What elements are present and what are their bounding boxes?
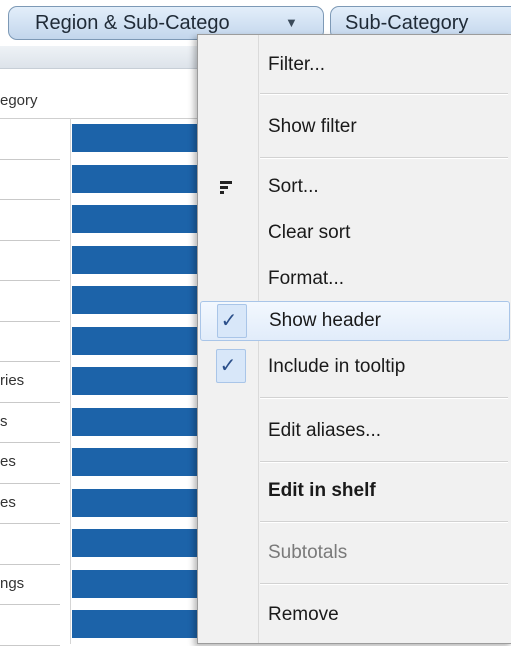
menu-item-label: Remove	[268, 604, 339, 625]
checkmark-icon: ✓	[219, 355, 237, 377]
bar[interactable]	[72, 569, 200, 598]
row-label[interactable]: ries	[0, 372, 24, 389]
menu-item-label: Show header	[269, 310, 381, 331]
column-header[interactable]: egory	[0, 92, 38, 109]
row-divider	[0, 361, 60, 362]
menu-item-include-in-tooltip[interactable]: ✓ Include in tooltip	[200, 347, 510, 387]
row-divider	[0, 442, 60, 443]
menu-item-edit-in-shelf[interactable]: Edit in shelf	[200, 471, 510, 511]
bar[interactable]	[72, 205, 200, 233]
menu-item-clear-sort[interactable]: Clear sort	[200, 213, 510, 253]
menu-item-edit-aliases[interactable]: Edit aliases...	[200, 411, 510, 451]
menu-item-label: Show filter	[268, 116, 357, 137]
row-divider	[0, 320, 60, 322]
row-label[interactable]: es	[0, 453, 16, 470]
menu-item-show-header[interactable]: ✓ Show header	[200, 301, 510, 341]
sort-icon	[220, 181, 232, 194]
bar[interactable]	[72, 529, 200, 557]
menu-separator	[260, 157, 508, 159]
row-divider	[0, 239, 60, 241]
menu-item-label: Edit in shelf	[268, 480, 376, 501]
menu-item-remove[interactable]: Remove	[200, 595, 510, 635]
bar[interactable]	[72, 407, 200, 436]
context-menu: Filter... Show filter Sort... Clear sort…	[197, 34, 511, 644]
bar[interactable]	[72, 124, 200, 152]
menu-item-label: Filter...	[268, 54, 326, 75]
row-divider	[0, 280, 60, 281]
pill-label: Region & Sub-Catego	[35, 12, 230, 34]
menu-item-filter[interactable]: Filter...	[200, 45, 510, 85]
menu-item-label: Edit aliases...	[268, 420, 381, 441]
menu-separator	[260, 397, 508, 399]
bar[interactable]	[72, 367, 200, 395]
menu-item-sort[interactable]: Sort...	[200, 167, 510, 207]
menu-separator	[260, 521, 508, 523]
menu-separator	[260, 461, 508, 463]
bar[interactable]	[72, 610, 200, 638]
bar[interactable]	[72, 488, 200, 517]
row-divider	[0, 523, 60, 524]
row-divider	[0, 158, 60, 160]
row-divider	[0, 644, 60, 646]
menu-item-label: Subtotals	[268, 542, 348, 563]
axis-line	[70, 118, 71, 644]
bar[interactable]	[72, 448, 200, 476]
menu-separator	[260, 583, 508, 585]
menu-item-label: Sort...	[268, 176, 319, 197]
menu-item-format[interactable]: Format...	[200, 259, 510, 299]
menu-separator	[260, 93, 508, 95]
pill-label: Sub-Category	[345, 12, 469, 34]
bar[interactable]	[72, 286, 200, 314]
bar[interactable]	[72, 245, 200, 274]
menu-item-label: Include in tooltip	[268, 356, 406, 377]
shelf-strip	[0, 46, 200, 69]
row-label[interactable]: es	[0, 494, 16, 511]
row-label[interactable]: s	[0, 413, 8, 430]
checkmark-icon: ✓	[220, 310, 238, 332]
bar[interactable]	[72, 164, 200, 193]
row-label[interactable]: ngs	[0, 575, 24, 592]
row-divider	[0, 563, 60, 565]
row-divider	[0, 482, 60, 484]
menu-item-label: Clear sort	[268, 222, 351, 243]
menu-item-label: Format...	[268, 268, 345, 289]
bar[interactable]	[72, 326, 200, 355]
row-divider	[0, 604, 60, 605]
row-divider	[0, 199, 60, 200]
row-divider	[0, 401, 60, 403]
menu-item-subtotals: Subtotals	[200, 533, 510, 573]
menu-item-show-filter[interactable]: Show filter	[200, 107, 510, 147]
